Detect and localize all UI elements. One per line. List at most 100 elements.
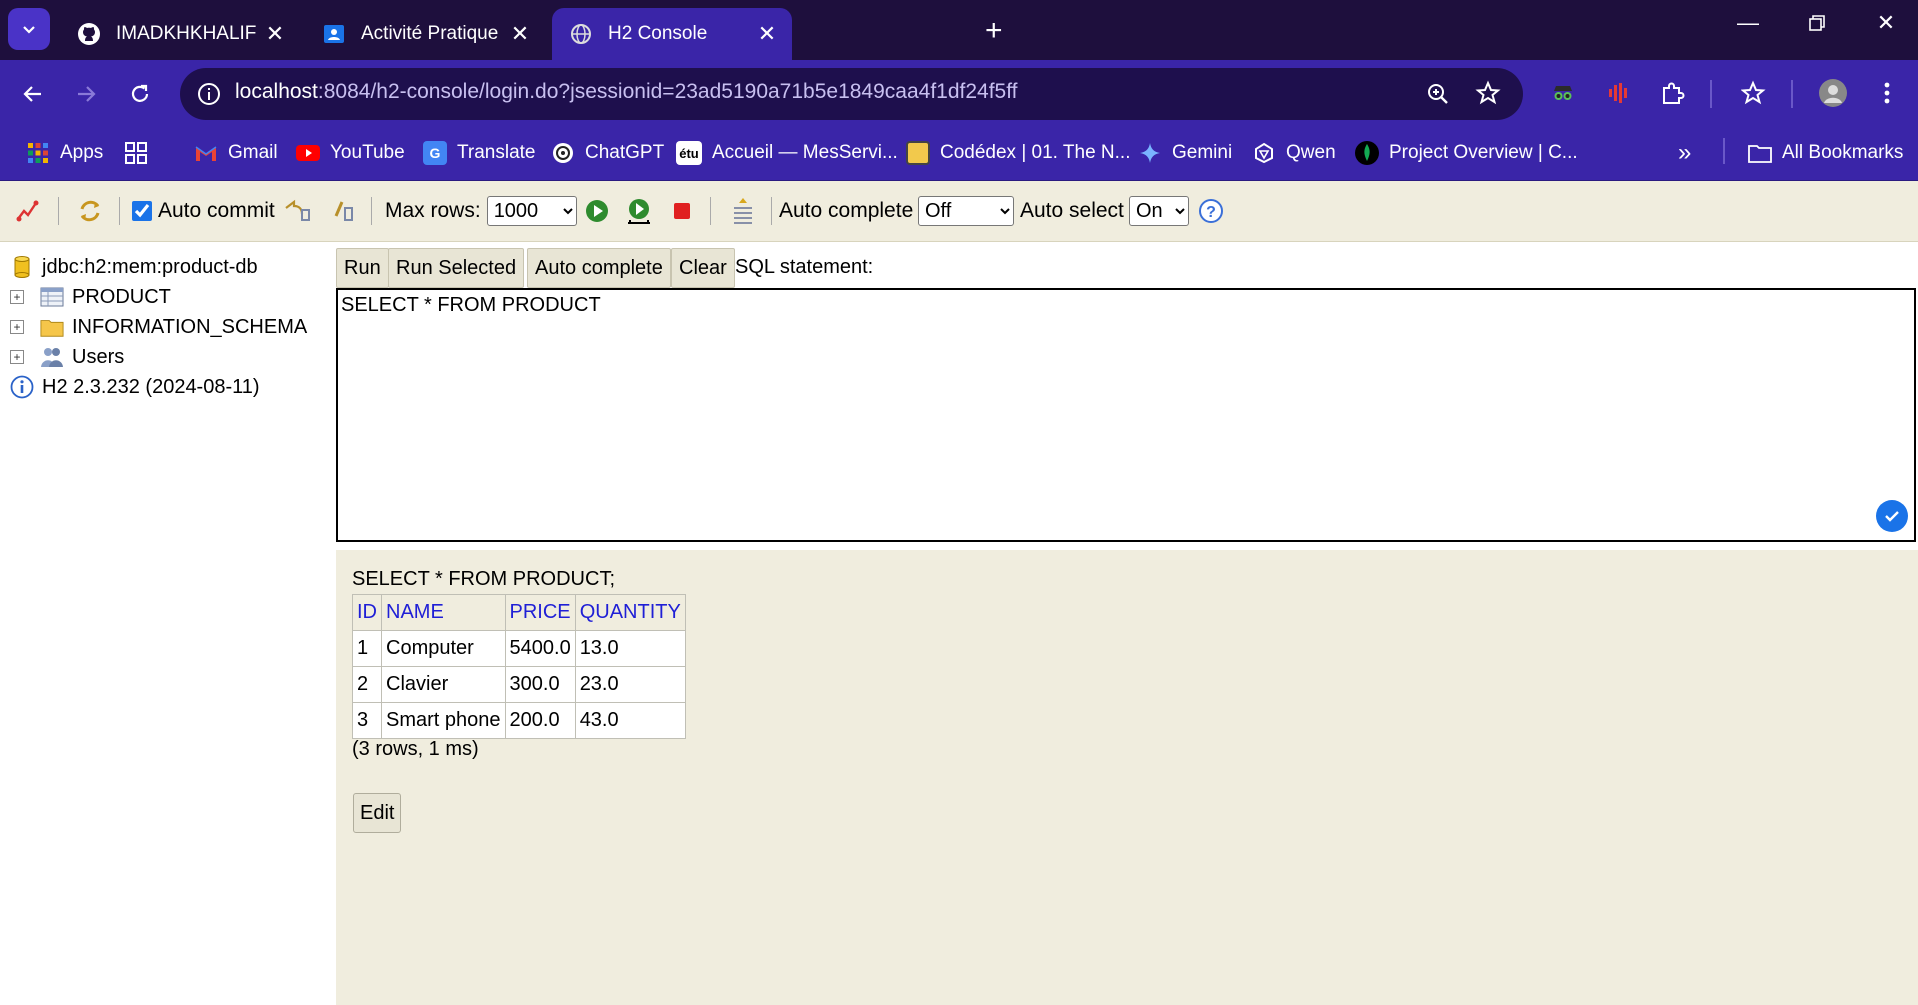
browser-tab-strip: IMADKHKHALIFI/ProductApp ✕ Activité Prat… xyxy=(0,0,1918,60)
column-header[interactable]: QUANTITY xyxy=(574,594,686,631)
bookmark-gemini[interactable]: Gemini xyxy=(1138,138,1232,168)
table-row: 2 Clavier 300.0 23.0 xyxy=(352,666,686,703)
tab-title: H2 Console xyxy=(608,23,708,44)
expand-icon[interactable]: + xyxy=(10,350,24,364)
tree-node-users[interactable]: + Users xyxy=(10,342,124,372)
bookmarks-bar: Apps Gmail YouTube G Translate ChatGPT é… xyxy=(0,128,1918,292)
reload-icon[interactable] xyxy=(124,78,156,110)
refresh-icon[interactable] xyxy=(76,181,104,241)
bookmarks-overflow-button[interactable]: » xyxy=(1678,138,1691,168)
bookmark-apps[interactable]: Apps xyxy=(26,138,103,168)
address-bar[interactable]: localhost:8084/h2-console/login.do?jsess… xyxy=(180,68,1523,120)
tree-connection[interactable]: jdbc:h2:mem:product-db xyxy=(10,252,258,282)
column-header[interactable]: NAME xyxy=(381,594,506,631)
github-icon xyxy=(76,21,102,47)
executed-statement: SELECT * FROM PRODUCT; xyxy=(352,568,615,590)
translate-icon: G xyxy=(423,141,447,165)
execute-icon[interactable] xyxy=(584,181,610,241)
stop-icon[interactable] xyxy=(672,181,692,241)
extensions-puzzle-icon[interactable] xyxy=(1655,76,1689,110)
bookmark-gmail[interactable]: Gmail xyxy=(194,138,278,168)
table-row: 1 Computer 5400.0 13.0 xyxy=(352,630,686,667)
rollback-icon[interactable] xyxy=(282,181,312,241)
query-pane: Run Run Selected Auto complete Clear SQL… xyxy=(336,242,1918,550)
column-header[interactable]: PRICE xyxy=(504,594,576,631)
extension-incognito-icon[interactable] xyxy=(1546,76,1580,110)
edit-button[interactable]: Edit xyxy=(353,793,402,833)
bookmarks-list-icon[interactable] xyxy=(1737,76,1771,110)
folder-icon xyxy=(1748,141,1772,165)
profile-avatar[interactable] xyxy=(1816,76,1850,110)
window-close-icon[interactable]: ✕ xyxy=(1866,10,1906,36)
auto-complete-button[interactable]: Auto complete xyxy=(527,248,671,288)
site-info-icon[interactable] xyxy=(196,81,222,107)
all-bookmarks-button[interactable]: All Bookmarks xyxy=(1748,138,1903,168)
bookmark-translate[interactable]: G Translate xyxy=(423,138,536,168)
minimize-icon[interactable]: — xyxy=(1728,10,1768,36)
execute-step-icon[interactable] xyxy=(624,181,654,241)
restore-icon[interactable] xyxy=(1797,10,1837,32)
chevron-down-icon xyxy=(23,26,35,34)
bookmark-youtube[interactable]: YouTube xyxy=(296,138,405,168)
sql-statement-label: SQL statement: xyxy=(735,256,874,278)
max-rows-select[interactable]: 1000 xyxy=(486,196,577,226)
bookmark-project-overview[interactable]: Project Overview | C... xyxy=(1355,138,1578,168)
tab-groups-icon[interactable] xyxy=(124,138,148,168)
auto-select-select[interactable]: On xyxy=(1129,196,1189,226)
new-tab-button[interactable]: + xyxy=(985,14,1003,48)
clear-button[interactable]: Clear xyxy=(671,248,735,288)
table-cell: Smart phone xyxy=(381,702,506,739)
table-cell: Computer xyxy=(381,630,506,667)
auto-complete-select[interactable]: Off xyxy=(918,196,1014,226)
bookmark-label: YouTube xyxy=(330,142,405,163)
tab-activite[interactable]: Activité Pratique N° 5 ✕ xyxy=(305,8,545,60)
svg-text:?: ? xyxy=(1206,204,1216,221)
tree-node-product[interactable]: + PRODUCT xyxy=(10,282,171,312)
run-button[interactable]: Run xyxy=(336,248,389,288)
disconnect-icon[interactable] xyxy=(14,181,42,241)
tab-search-button[interactable] xyxy=(8,8,50,50)
forward-icon[interactable] xyxy=(70,78,102,110)
max-rows-label: Max rows: xyxy=(385,199,481,222)
bookmark-accueil[interactable]: étu Accueil — MesServi... xyxy=(676,138,898,168)
history-icon[interactable] xyxy=(730,181,756,241)
help-icon[interactable]: ? xyxy=(1198,181,1224,241)
bookmark-qwen[interactable]: Qwen xyxy=(1252,138,1336,168)
zoom-icon[interactable] xyxy=(1425,81,1451,107)
run-selected-button[interactable]: Run Selected xyxy=(388,248,525,288)
auto-select-label: Auto select xyxy=(1020,199,1124,222)
close-icon[interactable]: ✕ xyxy=(264,21,286,47)
bookmark-chatgpt[interactable]: ChatGPT xyxy=(551,138,664,168)
tree-node-label: PRODUCT xyxy=(72,285,171,308)
bookmark-star-icon[interactable] xyxy=(1475,80,1501,106)
column-header[interactable]: ID xyxy=(352,594,382,631)
table-cell: 3 xyxy=(352,702,382,739)
mongodb-icon xyxy=(1355,141,1379,165)
connection-label: jdbc:h2:mem:product-db xyxy=(42,255,258,278)
table-cell: 43.0 xyxy=(574,702,686,739)
bookmark-label: Qwen xyxy=(1286,142,1336,163)
tree-node-information-schema[interactable]: + INFORMATION_SCHEMA xyxy=(10,312,307,342)
auto-commit-checkbox[interactable] xyxy=(132,201,152,221)
commit-icon[interactable] xyxy=(330,181,358,241)
tree-node-label: Users xyxy=(72,345,125,368)
database-icon xyxy=(10,255,34,279)
sql-editor[interactable]: SELECT * FROM PRODUCT xyxy=(336,288,1916,542)
back-icon[interactable] xyxy=(17,78,49,110)
grammar-check-icon[interactable] xyxy=(1876,500,1908,532)
expand-icon[interactable]: + xyxy=(10,320,24,334)
url-text: localhost:8084/h2-console/login.do?jsess… xyxy=(235,80,1018,103)
more-menu-icon[interactable] xyxy=(1870,76,1904,110)
chatgpt-icon xyxy=(551,141,575,165)
tab-github[interactable]: IMADKHKHALIFI/ProductApp ✕ xyxy=(60,8,300,60)
extension-audio-icon[interactable] xyxy=(1601,76,1635,110)
expand-icon[interactable]: + xyxy=(10,290,24,304)
close-icon[interactable]: ✕ xyxy=(509,21,531,47)
browser-toolbar: localhost:8084/h2-console/login.do?jsess… xyxy=(0,60,1918,128)
table-cell: 200.0 xyxy=(504,702,576,739)
tab-h2-console[interactable]: H2 Console ✕ xyxy=(552,8,792,60)
close-icon[interactable]: ✕ xyxy=(756,21,778,47)
auto-commit-toggle[interactable]: Auto commit xyxy=(132,181,275,241)
bookmark-label: Project Overview | C... xyxy=(1389,142,1578,163)
bookmark-codedex[interactable]: Codédex | 01. The N... xyxy=(906,138,1130,168)
